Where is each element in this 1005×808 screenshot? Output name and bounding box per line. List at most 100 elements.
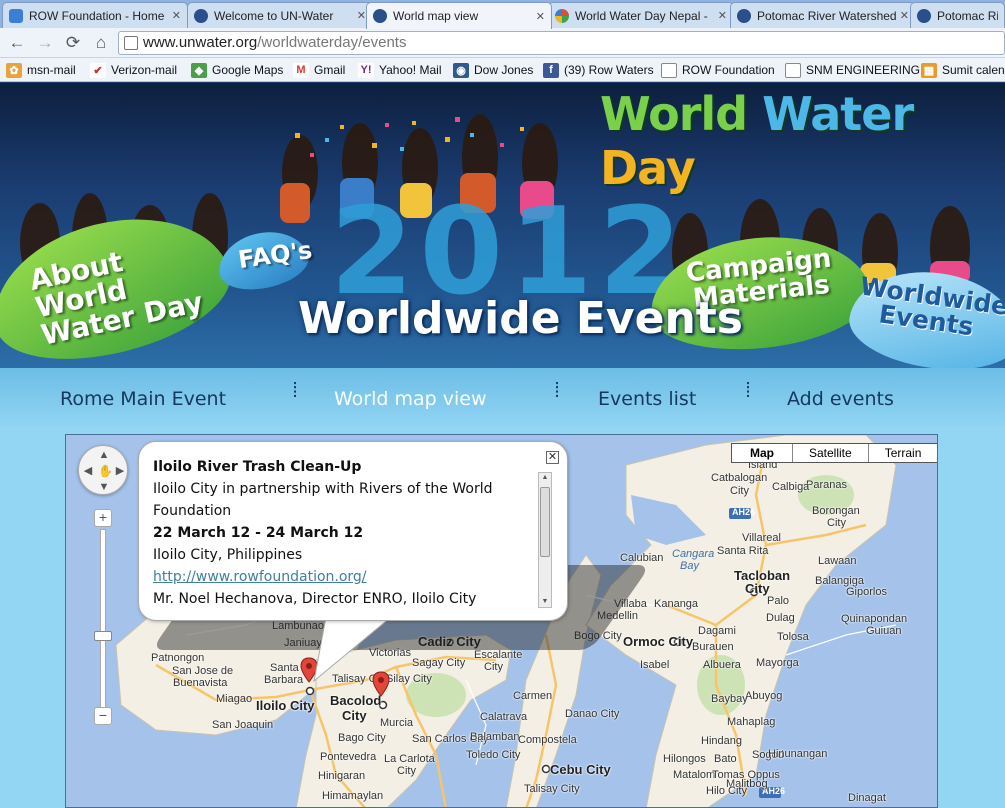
pan-left-icon[interactable]: ◀ xyxy=(82,465,94,477)
page-icon xyxy=(785,62,801,78)
back-arrow-icon[interactable]: ← xyxy=(6,32,28,54)
pan-down-icon[interactable]: ▼ xyxy=(98,481,110,493)
logo-word-world: World xyxy=(600,87,748,141)
map-place-label: Catbalogan xyxy=(711,472,768,484)
map-place-label: Borongan xyxy=(812,505,860,517)
map-type-terrain[interactable]: Terrain xyxy=(867,444,937,462)
map-place-label: Cebu City xyxy=(550,762,611,777)
nav-add-events[interactable]: Add events xyxy=(787,388,894,410)
bookmark-item[interactable]: ✿ msn-mail xyxy=(6,61,76,79)
url-path: /worldwaterday/events xyxy=(257,34,407,51)
map-place-label: Danao City xyxy=(565,708,620,720)
zoom-slider-handle[interactable] xyxy=(94,631,112,641)
address-bar[interactable]: www.unwater.org/worldwaterday/events xyxy=(118,31,1005,55)
browser-tab[interactable]: Potomac River Watershed ✕ xyxy=(730,2,916,28)
bookmark-item[interactable]: ◉ Dow Jones xyxy=(453,61,533,79)
tab-title: ROW Foundation - Home xyxy=(29,8,165,23)
close-icon[interactable]: ✕ xyxy=(172,9,181,22)
event-dates: 22 March 12 - 24 March 12 xyxy=(153,525,364,541)
google-map[interactable]: AH26 AH26 Calbayog CityIslandCatbaloganC… xyxy=(65,434,938,808)
browser-tab[interactable]: Welcome to UN-Water ✕ xyxy=(187,2,373,28)
forward-arrow-icon[interactable]: → xyxy=(34,32,56,54)
map-type-map[interactable]: Map xyxy=(732,444,792,462)
map-place-label: Himamaylan xyxy=(322,790,384,802)
close-icon[interactable]: ✕ xyxy=(546,451,559,464)
nav-separator: ⁞ xyxy=(745,380,751,402)
map-place-label: City xyxy=(827,517,846,529)
browser-tab[interactable]: ROW Foundation - Home ✕ xyxy=(2,2,188,28)
bookmark-item[interactable]: ▦ Sumit calen xyxy=(921,61,1005,79)
home-icon[interactable]: ⌂ xyxy=(90,32,112,54)
map-place-label: Quinapondan xyxy=(841,613,908,625)
tab-favicon xyxy=(555,8,569,23)
map-place-label: City xyxy=(342,708,367,723)
nav-world-map-view[interactable]: World map view xyxy=(334,388,487,410)
bookmark-label: Dow Jones xyxy=(474,63,534,77)
map-place-label: Hinigaran xyxy=(318,770,366,782)
map-place-label: Iloilo City xyxy=(256,698,315,713)
map-place-label: Burauen xyxy=(692,641,734,653)
browser-tab[interactable]: Potomac Riv xyxy=(910,2,1005,28)
map-place-label: Carmen xyxy=(513,690,553,702)
calendar-icon: ▦ xyxy=(921,62,937,78)
map-type-satellite[interactable]: Satellite xyxy=(792,444,868,462)
bookmark-item[interactable]: f (39) Row Waters xyxy=(543,61,654,79)
scroll-up-icon[interactable]: ▲ xyxy=(540,473,550,483)
event-organizer: Iloilo City in partnership with Rivers o… xyxy=(153,481,493,519)
section-nav: Rome Main Event ⁞ World map view ⁞ Event… xyxy=(0,368,1005,430)
bookmark-label: (39) Row Waters xyxy=(564,63,654,77)
facebook-icon: f xyxy=(543,62,559,78)
map-place-label: Mayorga xyxy=(756,657,799,669)
map-place-label: Baybay xyxy=(711,693,748,705)
map-place-label: Isabel xyxy=(640,659,670,671)
map-place-label: Hinunangan xyxy=(768,748,828,760)
map-place-label: Hindang xyxy=(701,735,742,747)
pan-up-icon[interactable]: ▲ xyxy=(98,449,110,461)
close-icon[interactable]: ✕ xyxy=(718,9,727,22)
bookmark-item[interactable]: M Gmail xyxy=(293,61,345,79)
gmail-icon: M xyxy=(293,62,309,78)
world-water-day-banner: World Water Day 2012 About World Water D… xyxy=(0,83,1005,383)
bookmark-item[interactable]: SNM ENGINEERING xyxy=(785,61,920,79)
event-link[interactable]: http://www.rowfoundation.org/ xyxy=(153,569,367,585)
tab-title: Potomac River Watershed xyxy=(757,8,896,23)
bookmark-item[interactable]: ✔ Verizon-mail xyxy=(90,61,177,79)
pan-control[interactable]: ▲ ▼ ◀ ▶ ✋ xyxy=(78,445,128,495)
nav-rome-main-event[interactable]: Rome Main Event xyxy=(60,388,226,410)
reload-icon[interactable]: ⟳ xyxy=(62,32,84,54)
map-place-label: City xyxy=(484,661,503,673)
bookmark-label: Google Maps xyxy=(212,63,284,77)
nav-events-list[interactable]: Events list xyxy=(598,388,696,410)
scrollbar-thumb[interactable] xyxy=(540,487,550,557)
world-water-day-logo: World Water Day xyxy=(600,87,1005,195)
zoom-slider[interactable] xyxy=(100,529,106,713)
map-place-label: Hilongos xyxy=(663,753,706,765)
scroll-down-icon[interactable]: ▼ xyxy=(540,597,550,607)
bookmark-item[interactable]: ◆ Google Maps xyxy=(191,61,283,79)
map-place-label: Dulag xyxy=(766,612,795,624)
google-maps-icon: ◆ xyxy=(191,62,207,78)
zoom-in-button[interactable]: + xyxy=(94,509,112,527)
zoom-out-button[interactable]: − xyxy=(94,707,112,725)
map-place-label: Villareal xyxy=(742,532,781,544)
bookmark-item[interactable]: Y! Yahoo! Mail xyxy=(358,61,441,79)
pan-right-icon[interactable]: ▶ xyxy=(114,465,126,477)
bookmark-label: Verizon-mail xyxy=(111,63,178,77)
logo-word-water: Water xyxy=(762,87,914,141)
map-type-control: Map Satellite Terrain xyxy=(731,443,937,463)
close-icon[interactable]: ✕ xyxy=(900,9,909,22)
browser-tab-active[interactable]: World map view ✕ xyxy=(366,2,552,29)
close-icon[interactable]: ✕ xyxy=(357,9,366,22)
map-place-label: Lawaan xyxy=(818,555,857,567)
map-place-label: Calatrava xyxy=(480,711,528,723)
bookmark-item[interactable]: ROW Foundation xyxy=(661,61,775,79)
map-place-label: Balamban xyxy=(470,731,520,743)
info-window-scrollbar[interactable]: ▲ ▼ xyxy=(538,472,552,608)
info-window-content: Iloilo River Trash Clean-Up Iloilo City … xyxy=(153,456,538,606)
browser-tab[interactable]: World Water Day Nepal - ✕ xyxy=(548,2,734,28)
map-place-label: Bato xyxy=(714,753,737,765)
nav-separator: ⁞ xyxy=(292,380,298,402)
bookmark-label: Sumit calen xyxy=(942,63,1005,77)
close-icon[interactable]: ✕ xyxy=(536,10,545,23)
tab-title: World Water Day Nepal - xyxy=(575,8,708,23)
